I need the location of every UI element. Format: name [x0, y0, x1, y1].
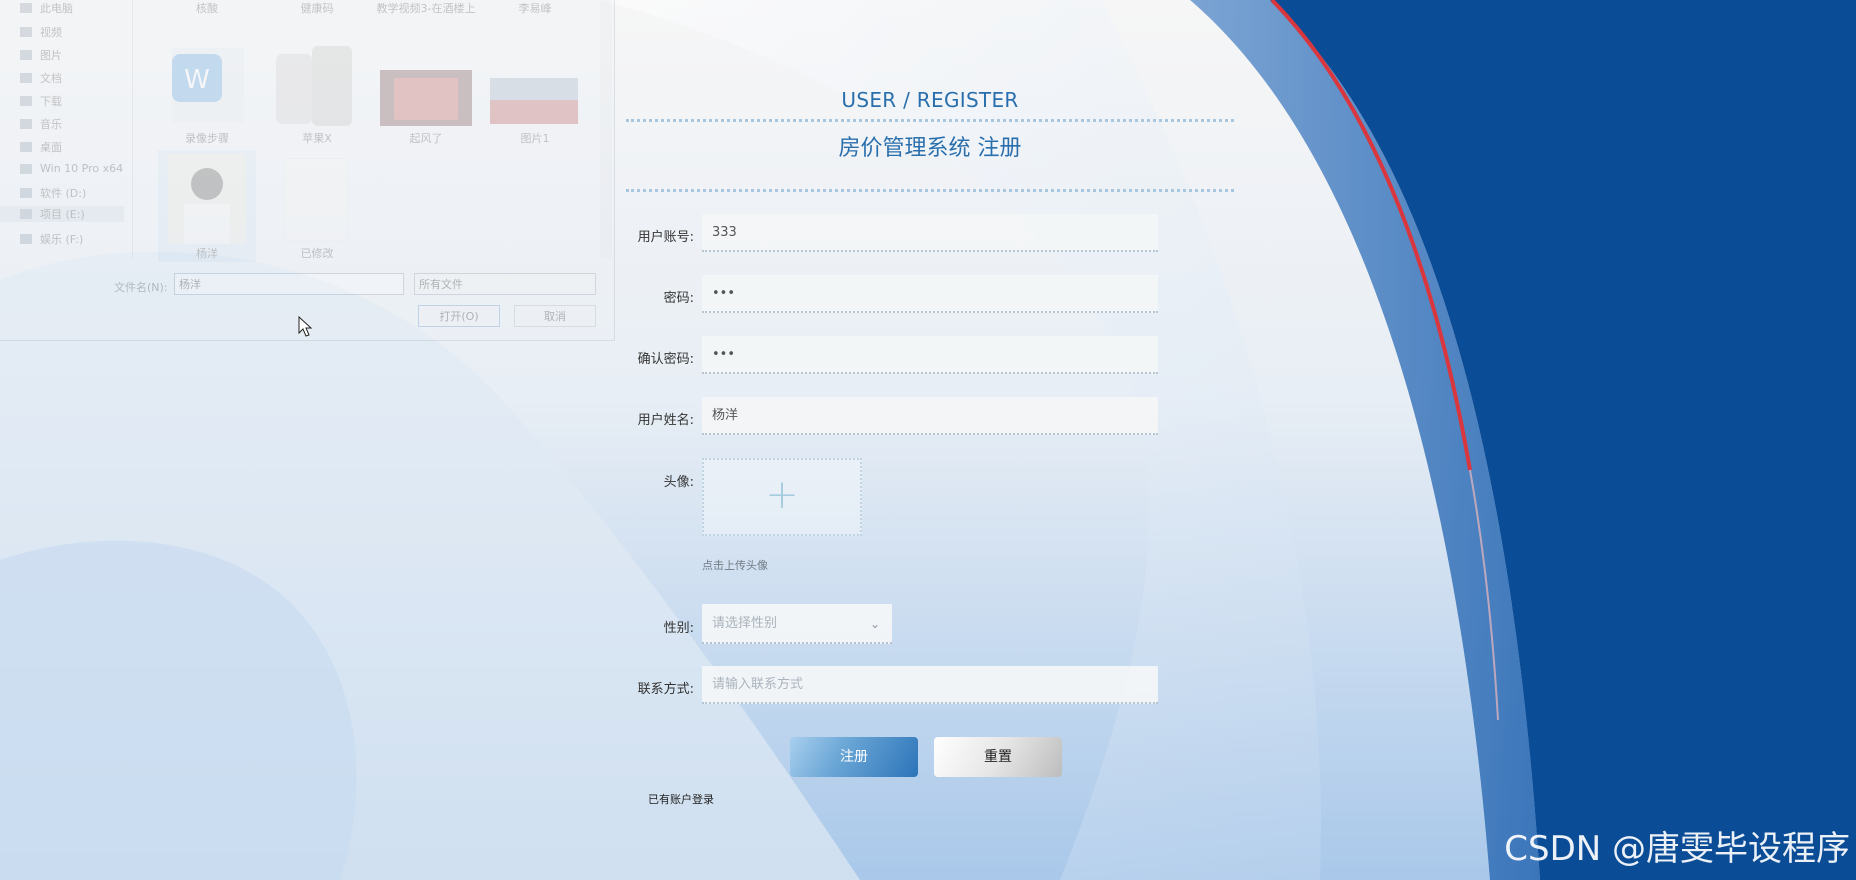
- file-name: 杨洋: [196, 247, 218, 260]
- video-thumbnail[interactable]: [380, 70, 472, 126]
- dialog-scrollbar[interactable]: [600, 0, 612, 258]
- reset-button[interactable]: 重置: [934, 737, 1062, 777]
- nav-item-drive-c[interactable]: Win 10 Pro x64: [20, 162, 123, 175]
- dotted-divider: [626, 119, 1234, 122]
- nav-item-music[interactable]: 音乐: [20, 116, 62, 132]
- document-folder-icon: [20, 73, 32, 83]
- drive-icon: [20, 234, 32, 244]
- nav-item-label: 图片: [40, 49, 62, 62]
- music-icon: [20, 119, 32, 129]
- dotted-divider: [626, 189, 1234, 192]
- file-open-dialog: 此电脑 视频 图片 文档 下载 音乐 桌面 Win 10 Pro x64 软件 …: [0, 0, 615, 341]
- person-photo-thumbnail[interactable]: [168, 154, 246, 244]
- contact-label: 联系方式:: [637, 682, 694, 697]
- file-label-top[interactable]: 教学视频3-在酒楼上: [376, 0, 476, 16]
- nav-item-desktop[interactable]: 桌面: [20, 139, 62, 155]
- file-name: 起风了: [409, 132, 443, 145]
- cancel-button[interactable]: 取消: [514, 305, 596, 327]
- open-button[interactable]: 打开(O): [418, 305, 500, 327]
- nav-item-label: 桌面: [40, 141, 62, 154]
- plus-icon: +: [765, 472, 799, 518]
- phone-image-thumbnail[interactable]: [272, 40, 362, 130]
- gender-placeholder: 请选择性别: [712, 616, 778, 631]
- nav-item-downloads[interactable]: 下载: [20, 93, 62, 109]
- nav-item-label: 视频: [40, 26, 62, 39]
- nav-item-pictures[interactable]: 图片: [20, 47, 62, 63]
- password-label: 密码:: [663, 291, 694, 306]
- nav-item-label: 此电脑: [40, 2, 73, 15]
- download-icon: [20, 96, 32, 106]
- image-thumbnail[interactable]: [490, 78, 578, 124]
- username-input[interactable]: 杨洋: [702, 397, 1158, 435]
- pc-icon: [20, 3, 32, 13]
- nav-item-drive-e[interactable]: 项目 (E:): [0, 206, 124, 222]
- svg-text:W: W: [184, 65, 210, 95]
- file-name: 苹果X: [302, 132, 332, 145]
- nav-item-this-pc[interactable]: 此电脑: [20, 0, 73, 16]
- drive-icon: [20, 163, 32, 174]
- file-label-top[interactable]: 核酸: [157, 0, 257, 16]
- avatar-label: 头像:: [663, 475, 694, 490]
- nav-item-drive-d[interactable]: 软件 (D:): [20, 185, 86, 201]
- gender-label: 性别:: [663, 621, 694, 636]
- contact-input[interactable]: 请输入联系方式: [702, 666, 1158, 704]
- avatar-upload[interactable]: +: [702, 458, 862, 536]
- file-label-top[interactable]: 健康码: [267, 0, 367, 16]
- file-name: 已修改: [300, 247, 334, 260]
- username-label: 用户姓名:: [637, 413, 694, 428]
- file-label-top[interactable]: 李易峰: [485, 0, 585, 16]
- account-input[interactable]: 333: [702, 214, 1158, 252]
- document-thumbnail[interactable]: [284, 158, 348, 242]
- register-button[interactable]: 注册: [790, 737, 918, 777]
- picture-folder-icon: [20, 50, 32, 60]
- dialog-nav-pane: 此电脑 视频 图片 文档 下载 音乐 桌面 Win 10 Pro x64 软件 …: [0, 0, 133, 258]
- gender-select[interactable]: 请选择性别 ⌄: [702, 604, 892, 644]
- file-name: 图片1: [520, 132, 550, 145]
- drive-icon: [20, 209, 32, 219]
- register-subtitle: USER / REGISTER: [841, 88, 1019, 112]
- file-name: 录像步骤: [185, 132, 229, 145]
- nav-item-label: 文档: [40, 72, 62, 85]
- filename-label: 文件名(N):: [114, 281, 168, 294]
- filetype-select[interactable]: 所有文件: [414, 273, 596, 295]
- nav-item-label: 下载: [40, 95, 62, 108]
- password-input[interactable]: •••: [702, 275, 1158, 313]
- nav-item-label: 音乐: [40, 118, 62, 131]
- confirm-password-input[interactable]: •••: [702, 336, 1158, 374]
- csdn-watermark: CSDN @唐雯毕设程序: [1504, 829, 1850, 869]
- account-label: 用户账号:: [637, 230, 694, 245]
- drive-icon: [20, 188, 32, 198]
- nav-item-label: 项目 (E:): [40, 208, 85, 221]
- nav-item-documents[interactable]: 文档: [20, 70, 62, 86]
- desktop-icon: [20, 142, 32, 152]
- video-folder-icon: [20, 27, 32, 37]
- login-link[interactable]: 已有账户登录: [648, 791, 714, 807]
- chevron-down-icon: ⌄: [869, 617, 880, 631]
- avatar-upload-hint: 点击上传头像: [702, 559, 768, 572]
- nav-item-videos[interactable]: 视频: [20, 24, 62, 40]
- wps-doc-thumbnail[interactable]: W: [168, 44, 248, 126]
- mouse-cursor-icon: [298, 316, 313, 337]
- nav-item-label: Win 10 Pro x64: [40, 162, 124, 175]
- register-title: 房价管理系统 注册: [838, 136, 1022, 161]
- filename-input[interactable]: 杨洋: [174, 273, 404, 295]
- nav-item-label: 软件 (D:): [40, 187, 87, 200]
- nav-item-label: 娱乐 (F:): [40, 233, 84, 246]
- nav-item-drive-f[interactable]: 娱乐 (F:): [20, 231, 83, 247]
- confirm-password-label: 确认密码:: [637, 352, 694, 367]
